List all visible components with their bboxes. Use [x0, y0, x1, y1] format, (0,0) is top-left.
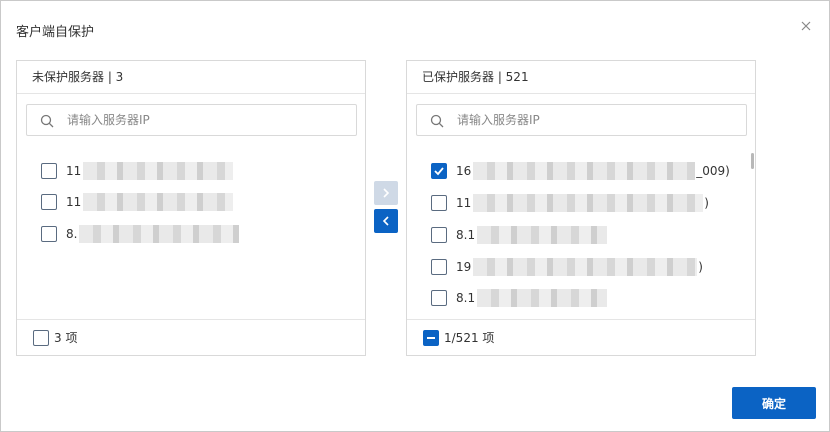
- confirm-button[interactable]: 确定: [732, 387, 816, 419]
- list-item[interactable]: 19): [431, 257, 703, 277]
- list-item[interactable]: 16 _009): [431, 161, 730, 181]
- redacted-ip: [477, 226, 608, 244]
- item-checkbox[interactable]: [431, 195, 447, 211]
- server-ip-suffix: ): [704, 196, 709, 210]
- list-scrollbar[interactable]: [751, 153, 754, 169]
- item-checkbox[interactable]: [41, 194, 57, 210]
- protected-servers-header: 已保护服务器 | 521: [407, 61, 755, 94]
- left-search-input[interactable]: [67, 105, 352, 135]
- server-ip-prefix: 16: [456, 164, 472, 178]
- search-icon: [430, 113, 444, 128]
- server-ip-prefix: 19: [456, 260, 472, 274]
- client-self-protection-dialog: 客户端自保护 未保护服务器 | 3 11 11 8.: [0, 0, 830, 432]
- move-to-unprotected-button[interactable]: [374, 209, 398, 233]
- item-checkbox[interactable]: [41, 163, 57, 179]
- list-item[interactable]: 8.1: [431, 288, 608, 308]
- item-checkbox[interactable]: [431, 163, 447, 179]
- right-item-count: 1/521 项: [444, 331, 495, 345]
- list-item[interactable]: 11): [431, 193, 709, 213]
- item-checkbox[interactable]: [431, 259, 447, 275]
- item-checkbox[interactable]: [431, 290, 447, 306]
- redacted-ip: [473, 258, 698, 276]
- server-ip-prefix: 11: [66, 195, 82, 209]
- server-ip-suffix: _009): [696, 164, 730, 178]
- redacted-ip: [473, 162, 696, 180]
- protected-server-list: 16 _009) 11) 8.1 19) 8.1: [407, 149, 755, 319]
- dialog-title: 客户端自保护: [16, 25, 95, 40]
- server-ip-prefix: 8.1: [456, 228, 476, 242]
- redacted-ip: [83, 193, 234, 211]
- server-ip-prefix: 11: [66, 164, 82, 178]
- chevron-right-icon: [380, 184, 392, 203]
- unprotected-servers-header: 未保护服务器 | 3: [17, 61, 365, 94]
- list-item[interactable]: 8.: [41, 224, 240, 244]
- redacted-ip: [79, 225, 240, 243]
- right-search-input[interactable]: [457, 105, 742, 135]
- select-all-checkbox[interactable]: [423, 329, 439, 346]
- list-item[interactable]: 11: [41, 161, 234, 181]
- redacted-ip: [83, 162, 234, 180]
- chevron-left-icon: [380, 212, 392, 231]
- server-ip-prefix: 8.: [66, 227, 78, 241]
- left-item-count: 3 项: [54, 331, 78, 345]
- checkmark-icon: [434, 167, 444, 176]
- unprotected-servers-panel: 未保护服务器 | 3 11 11 8. 3 项: [16, 60, 366, 356]
- item-checkbox[interactable]: [41, 226, 57, 242]
- list-item[interactable]: 8.1: [431, 225, 608, 245]
- right-panel-footer: 1/521 项: [407, 319, 755, 355]
- protected-servers-panel: 已保护服务器 | 521 16 _009) 11) 8.1: [406, 60, 756, 356]
- unprotected-server-list: 11 11 8.: [17, 149, 365, 319]
- server-ip-prefix: 11: [456, 196, 472, 210]
- right-search-box: [416, 104, 747, 136]
- move-to-protected-button[interactable]: [374, 181, 398, 205]
- list-item[interactable]: 11: [41, 192, 234, 212]
- redacted-ip: [477, 289, 608, 307]
- redacted-ip: [473, 194, 704, 212]
- select-all-checkbox[interactable]: [33, 329, 49, 346]
- server-ip-prefix: 8.1: [456, 291, 476, 305]
- left-panel-footer: 3 项: [17, 319, 365, 355]
- server-ip-suffix: ): [698, 260, 703, 274]
- search-icon: [40, 113, 54, 128]
- left-search-box: [26, 104, 357, 136]
- close-icon[interactable]: [799, 19, 813, 33]
- item-checkbox[interactable]: [431, 227, 447, 243]
